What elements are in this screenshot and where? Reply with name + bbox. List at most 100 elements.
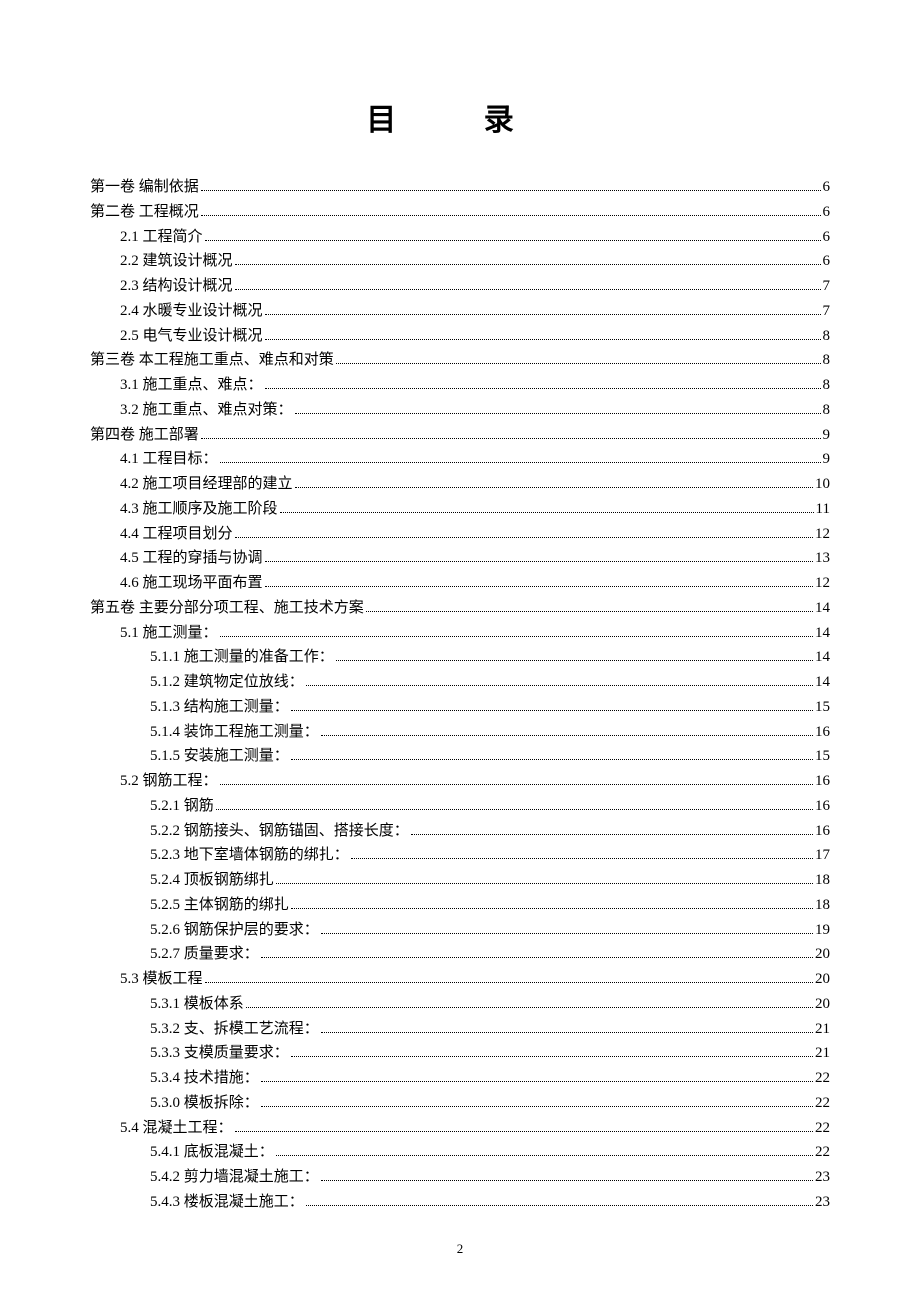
toc-entry: 5.2.3 地下室墙体钢筋的绑扎：17 [90,843,830,868]
toc-entry-label: 2.3 结构设计概况 [120,274,233,299]
toc-entry-page: 16 [815,819,830,844]
toc-entry: 5.3 模板工程20 [90,967,830,992]
toc-entry: 5.2.6 钢筋保护层的要求：19 [90,918,830,943]
toc-leader-dots [276,1155,813,1156]
toc-leader-dots [291,759,813,760]
toc-leader-dots [306,685,813,686]
toc-leader-dots [246,1007,813,1008]
toc-entry: 2.1 工程简介 6 [90,225,830,250]
toc-leader-dots [295,413,821,414]
toc-entry: 3.2 施工重点、难点对策： 8 [90,398,830,423]
toc-entry-page: 12 [815,522,830,547]
toc-leader-dots [351,858,813,859]
toc-entry: 5.1.2 建筑物定位放线：14 [90,670,830,695]
toc-leader-dots [280,512,814,513]
toc-leader-dots [321,1180,813,1181]
toc-leader-dots [205,240,821,241]
toc-entry: 5.2.1 钢筋16 [90,794,830,819]
toc-entry-label: 5.4 混凝土工程： [120,1116,233,1141]
toc-entry: 2.5 电气专业设计概况8 [90,324,830,349]
toc-leader-dots [276,883,813,884]
toc-entry: 2.2 建筑设计概况 6 [90,249,830,274]
toc-entry-label: 第三卷 本工程施工重点、难点和对策 [90,348,334,373]
toc-leader-dots [321,933,813,934]
toc-entry: 5.4.1 底板混凝土： 22 [90,1140,830,1165]
toc-entry-page: 16 [815,769,830,794]
toc-entry: 第一卷 编制依据 6 [90,175,830,200]
toc-entry-label: 5.3.2 支、拆模工艺流程： [150,1017,319,1042]
toc-entry-label: 第二卷 工程概况 [90,200,199,225]
toc-entry: 5.2.2 钢筋接头、钢筋锚固、搭接长度： 16 [90,819,830,844]
toc-entry: 2.4 水暖专业设计概况7 [90,299,830,324]
toc-entry-page: 8 [823,324,831,349]
toc-entry-label: 5.4.2 剪力墙混凝土施工： [150,1165,319,1190]
toc-entry-page: 22 [815,1066,830,1091]
toc-leader-dots [265,388,821,389]
toc-leader-dots [291,710,813,711]
toc-entry-page: 23 [815,1165,830,1190]
toc-leader-dots [205,982,813,983]
toc-entry-page: 9 [823,447,831,472]
toc-entry: 5.3.0 模板拆除：22 [90,1091,830,1116]
toc-entry: 5.3.4 技术措施：22 [90,1066,830,1091]
toc-entry-label: 5.4.1 底板混凝土： [150,1140,274,1165]
toc-entry-page: 8 [823,398,831,423]
toc-entry: 5.4.3 楼板混凝土施工：23 [90,1190,830,1215]
toc-entry: 5.1.4 装饰工程施工测量：16 [90,720,830,745]
toc-entry-page: 9 [823,423,831,448]
toc-entry-page: 15 [815,744,830,769]
toc-entry-page: 11 [816,497,830,522]
toc-entry-label: 4.6 施工现场平面布置 [120,571,263,596]
toc-leader-dots [291,1056,813,1057]
toc-entry-label: 5.2.3 地下室墙体钢筋的绑扎： [150,843,349,868]
toc-leader-dots [295,487,813,488]
toc-leader-dots [306,1205,813,1206]
toc-leader-dots [261,1106,813,1107]
toc-leader-dots [201,215,821,216]
toc-leader-dots [201,190,821,191]
toc-entry-page: 20 [815,967,830,992]
toc-entry-page: 15 [815,695,830,720]
toc-entry-page: 6 [823,175,831,200]
toc-entry-label: 5.2.2 钢筋接头、钢筋锚固、搭接长度： [150,819,409,844]
toc-entry: 4.2 施工项目经理部的建立10 [90,472,830,497]
toc-entry-page: 7 [823,299,831,324]
toc-entry-label: 5.2.1 钢筋 [150,794,214,819]
toc-entry: 5.1 施工测量：14 [90,621,830,646]
toc-entry-label: 5.1.3 结构施工测量： [150,695,289,720]
toc-leader-dots [261,957,813,958]
toc-entry-page: 8 [823,348,831,373]
toc-entry-label: 5.3.0 模板拆除： [150,1091,259,1116]
toc-entry-label: 2.2 建筑设计概况 [120,249,233,274]
toc-entry: 4.1 工程目标： 9 [90,447,830,472]
toc-title: 目 录 [90,95,830,139]
toc-entry-label: 5.1.1 施工测量的准备工作： [150,645,334,670]
toc-entry-label: 3.2 施工重点、难点对策： [120,398,293,423]
toc-entry-label: 4.1 工程目标： [120,447,218,472]
toc-leader-dots [261,1081,813,1082]
toc-entry-label: 4.4 工程项目划分 [120,522,233,547]
toc-entry-label: 4.5 工程的穿插与协调 [120,546,263,571]
toc-entry: 5.3.2 支、拆模工艺流程：21 [90,1017,830,1042]
toc-entry: 5.2.5 主体钢筋的绑扎18 [90,893,830,918]
toc-entry-page: 21 [815,1041,830,1066]
toc-entry-page: 14 [815,670,830,695]
toc-entry-label: 第一卷 编制依据 [90,175,199,200]
toc-leader-dots [265,586,813,587]
toc-entry: 4.3 施工顺序及施工阶段11 [90,497,830,522]
toc-leader-dots [220,462,821,463]
toc-entry-label: 第五卷 主要分部分项工程、施工技术方案 [90,596,364,621]
toc-entry: 5.2.4 顶板钢筋绑扎18 [90,868,830,893]
toc-entry-page: 20 [815,942,830,967]
toc-entry-label: 3.1 施工重点、难点： [120,373,263,398]
toc-entry-page: 22 [815,1140,830,1165]
toc-entry-label: 2.1 工程简介 [120,225,203,250]
toc-entry-page: 6 [823,225,831,250]
toc-entry-page: 6 [823,249,831,274]
toc-leader-dots [201,438,821,439]
toc-entry: 2.3 结构设计概况7 [90,274,830,299]
page-number: 2 [90,1241,830,1257]
toc-entry: 5.3.3 支模质量要求：21 [90,1041,830,1066]
toc-leader-dots [265,314,821,315]
toc-leader-dots [265,561,813,562]
